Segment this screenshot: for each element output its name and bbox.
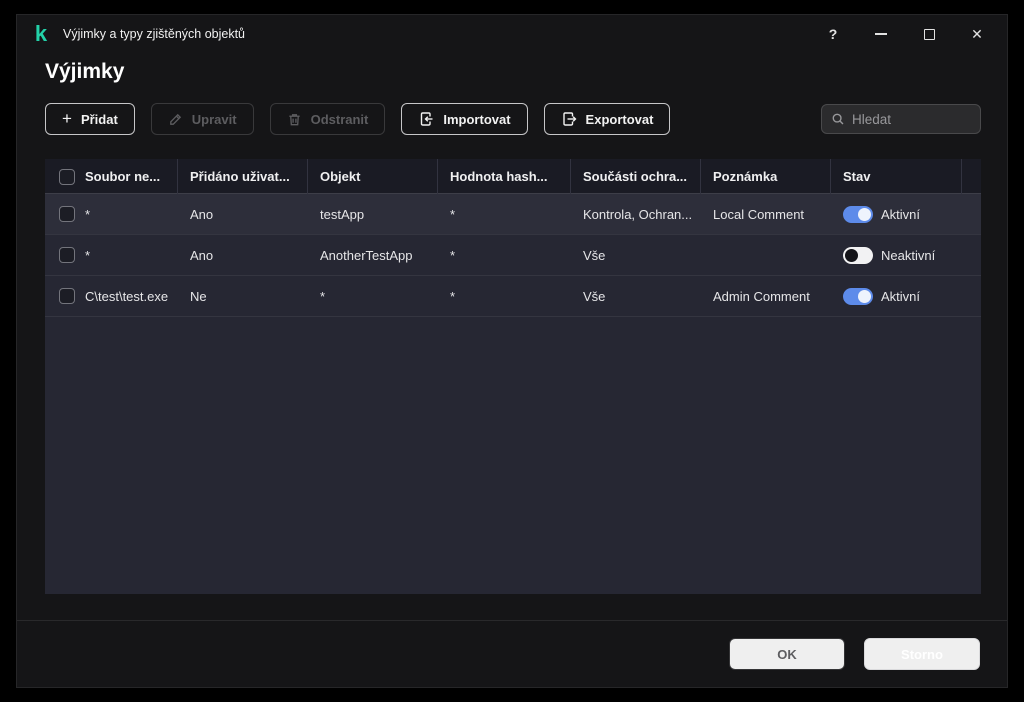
exclusions-table: Soubor ne... Přidáno uživat... Objekt Ho… (45, 159, 981, 594)
cell-added-by-user: Ano (190, 206, 214, 222)
cell-file: C\test\test.exe (85, 288, 169, 304)
cell-added-by-user: Ano (190, 247, 214, 263)
toolbar: + Přidat Upravit Odstranit Importovat Ex… (45, 103, 981, 135)
table-row[interactable]: C\test\test.exe Ne * * Vše Admin Comment… (45, 276, 981, 317)
column-header-file[interactable]: Soubor ne... (45, 159, 178, 194)
import-icon (421, 112, 433, 126)
minimize-icon (875, 33, 887, 35)
table-header: Soubor ne... Přidáno uživat... Objekt Ho… (45, 159, 981, 194)
add-button-label: Přidat (80, 111, 118, 127)
export-button-label: Exportovat (585, 111, 654, 127)
column-header-comment[interactable]: Poznámka (701, 159, 831, 194)
column-header-added-by-user[interactable]: Přidáno uživat... (178, 159, 308, 194)
export-icon (562, 112, 577, 126)
ok-button[interactable]: OK (729, 638, 845, 670)
cell-hash: * (450, 247, 456, 263)
maximize-icon (923, 28, 935, 40)
title-bar: k Výjimky a typy zjištěných objektů ? ✕ (17, 15, 1007, 53)
minimize-button[interactable] (864, 19, 898, 49)
cell-components: Vše (583, 288, 606, 304)
cell-file: * (85, 247, 91, 263)
delete-button-label: Odstranit (310, 111, 369, 127)
app-window: k Výjimky a typy zjištěných objektů ? ✕ … (16, 14, 1008, 688)
cell-comment: Admin Comment (713, 288, 810, 304)
table-row[interactable]: * Ano testApp * Kontrola, Ochran... Loca… (45, 194, 981, 235)
table-row[interactable]: * Ano AnotherTestApp * Vše Neaktivní (45, 235, 981, 276)
column-header-hash[interactable]: Hodnota hash... (438, 159, 571, 194)
window-title: Výjimky a typy zjištěných objektů (63, 27, 246, 41)
row-checkbox[interactable] (59, 206, 75, 222)
column-header-state[interactable]: Stav (831, 159, 962, 194)
trash-icon (288, 113, 300, 125)
toggle-knob (845, 248, 858, 262)
close-button[interactable]: ✕ (960, 19, 994, 49)
cell-comment: Local Comment (713, 206, 805, 222)
page-title: Výjimky (45, 60, 125, 83)
search-icon (832, 113, 844, 125)
column-label: Soubor ne... (85, 169, 161, 184)
column-header-components[interactable]: Součásti ochra... (571, 159, 701, 194)
cell-components: Kontrola, Ochran... (583, 206, 693, 222)
plus-icon: + (62, 109, 72, 128)
import-button[interactable]: Importovat (401, 103, 528, 135)
kaspersky-logo-icon: k (34, 21, 48, 46)
row-checkbox[interactable] (59, 247, 75, 263)
cell-components: Vše (583, 247, 606, 263)
cell-object: testApp (320, 206, 365, 222)
row-checkbox[interactable] (59, 288, 75, 304)
search-box[interactable] (821, 104, 981, 134)
add-button[interactable]: + Přidat (45, 103, 135, 135)
select-all-checkbox[interactable] (59, 168, 75, 185)
cell-hash: * (450, 288, 456, 304)
state-label: Aktivní (881, 206, 921, 222)
import-button-label: Importovat (443, 111, 511, 127)
toggle-knob (858, 207, 871, 221)
delete-button[interactable]: Odstranit (269, 103, 386, 135)
dialog-footer: OK Storno (17, 620, 1007, 687)
cell-object: * (320, 288, 326, 304)
search-input[interactable] (852, 111, 971, 127)
window-controls: ? ✕ (802, 19, 994, 49)
cell-object: AnotherTestApp (320, 247, 413, 263)
cell-added-by-user: Ne (190, 288, 207, 304)
cell-hash: * (450, 206, 456, 222)
maximize-button[interactable] (912, 19, 946, 49)
edit-button-label: Upravit (191, 111, 237, 127)
state-toggle[interactable] (843, 287, 873, 305)
state-label: Neaktivní (881, 247, 936, 263)
column-header-object[interactable]: Objekt (308, 159, 438, 194)
state-label: Aktivní (881, 288, 921, 304)
export-button[interactable]: Exportovat (543, 103, 671, 135)
toggle-knob (858, 289, 871, 303)
cancel-button[interactable]: Storno (864, 638, 980, 670)
pencil-icon (169, 113, 181, 125)
column-header-spacer (962, 159, 981, 194)
edit-button[interactable]: Upravit (150, 103, 254, 135)
state-toggle[interactable] (843, 205, 873, 223)
help-button[interactable]: ? (816, 19, 850, 49)
state-toggle[interactable] (843, 246, 873, 264)
cell-file: * (85, 206, 91, 222)
